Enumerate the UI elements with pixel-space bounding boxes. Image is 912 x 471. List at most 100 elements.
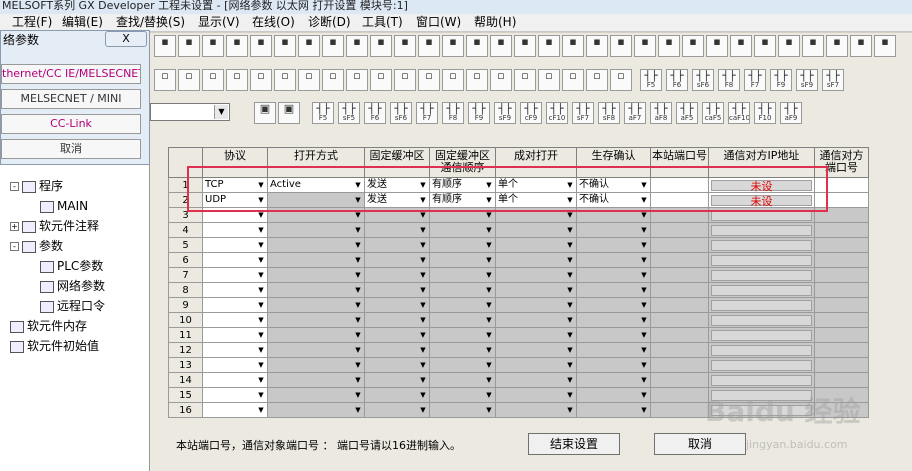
ethernet-button[interactable]: thernet/CC IE/MELSECNET [1,64,141,84]
chevron-down-icon[interactable]: ▼ [418,360,428,370]
chevron-down-icon[interactable]: ▼ [639,255,649,265]
cell-order[interactable]: ▼ [429,342,496,358]
ip-setting-button[interactable] [711,329,812,341]
cell-pair[interactable]: ▼ [495,267,577,283]
cell-remote-port[interactable] [814,192,869,208]
cell-fixed_buf[interactable]: ▼ [364,327,430,343]
ip-setting-button[interactable] [711,284,812,296]
toolbar-icon[interactable]: ▪ [874,35,896,57]
chevron-down-icon[interactable]: ▼ [353,210,363,220]
toolbar-icon[interactable]: ▪ [754,35,776,57]
cell-remote-port[interactable] [814,342,869,358]
chevron-down-icon[interactable]: ▼ [353,285,363,295]
cell-alive[interactable]: ▼ [576,402,651,418]
toolbar-icon[interactable]: ▪ [562,35,584,57]
cell-order[interactable]: ▼ [429,327,496,343]
cell-fixed_buf[interactable]: ▼ [364,207,430,223]
cell-protocol[interactable]: ▼ [202,207,268,223]
ip-setting-button[interactable] [711,239,812,251]
cell-remote-ip[interactable] [708,312,815,328]
cell-fixed_buf[interactable]: ▼ [364,357,430,373]
chevron-down-icon[interactable]: ▼ [484,225,494,235]
cell-alive[interactable]: ▼ [576,312,651,328]
toolbar-icon[interactable]: ▫ [442,69,464,91]
ladder-key-button[interactable]: ┤├ F7 [416,102,438,124]
ladder-key-button[interactable]: ┤├ sF8 [598,102,620,124]
end-settings-button[interactable]: 结束设置 [528,433,620,455]
menu-item-4[interactable]: 在线(O) [252,15,295,30]
chevron-down-icon[interactable]: ▼ [256,255,266,265]
chevron-down-icon[interactable]: ▼ [565,195,575,205]
chevron-down-icon[interactable]: ▼ [418,270,428,280]
ip-setting-button[interactable] [711,344,812,356]
chevron-down-icon[interactable]: ▼ [256,345,266,355]
chevron-down-icon[interactable]: ▼ [418,390,428,400]
cell-open[interactable]: ▼ [267,387,365,403]
cell-alive[interactable]: ▼ [576,207,651,223]
cell-local-port[interactable] [650,177,709,193]
cell-remote-ip[interactable] [708,252,815,268]
chevron-down-icon[interactable]: ▼ [353,255,363,265]
chevron-down-icon[interactable]: ▼ [256,285,266,295]
chevron-down-icon[interactable]: ▼ [565,300,575,310]
cell-fixed_buf[interactable]: ▼ [364,312,430,328]
chevron-down-icon[interactable]: ▼ [639,360,649,370]
cell-alive[interactable]: ▼ [576,237,651,253]
cell-remote-port[interactable] [814,357,869,373]
cell-pair[interactable]: ▼ [495,357,577,373]
cell-open[interactable]: Active ▼ [267,177,365,193]
toolbar-icon[interactable]: ▪ [418,35,440,57]
chevron-down-icon[interactable]: ▼ [565,270,575,280]
ladder-key-button[interactable]: ┤├ F5 [640,69,662,91]
chevron-down-icon[interactable]: ▼ [353,270,363,280]
cell-pair[interactable]: ▼ [495,222,577,238]
cell-fixed_buf[interactable]: 发送 ▼ [364,177,430,193]
chevron-down-icon[interactable]: ▼ [484,360,494,370]
ip-setting-button[interactable] [711,299,812,311]
cell-fixed_buf[interactable]: ▼ [364,372,430,388]
cell-order[interactable]: ▼ [429,252,496,268]
cell-fixed_buf[interactable]: ▼ [364,297,430,313]
ip-setting-button[interactable] [711,269,812,281]
toolbar-icon[interactable]: ▪ [610,35,632,57]
cell-alive[interactable]: ▼ [576,372,651,388]
toolbar-icon[interactable]: ▪ [802,35,824,57]
ladder-key-button[interactable]: ┤├ aF5 [676,102,698,124]
ladder-key-button[interactable]: ┤├ F8 [442,102,464,124]
cell-pair[interactable]: ▼ [495,327,577,343]
chevron-down-icon[interactable]: ▼ [418,195,428,205]
close-button[interactable]: X [105,31,147,47]
ladder-key-button[interactable]: ┤├ aF8 [650,102,672,124]
cell-fixed_buf[interactable]: ▼ [364,342,430,358]
cell-open[interactable]: ▼ [267,372,365,388]
cell-protocol[interactable]: ▼ [202,387,268,403]
expander-icon[interactable]: + [10,222,19,231]
toolbar-icon[interactable]: ▪ [202,35,224,57]
ladder-key-button[interactable]: ┤├ cF9 [520,102,542,124]
ladder-key-button[interactable]: ┤├ F9 [770,69,792,91]
chevron-down-icon[interactable]: ▼ [256,210,266,220]
cell-open[interactable]: ▼ [267,282,365,298]
chevron-down-icon[interactable]: ▼ [484,390,494,400]
chevron-down-icon[interactable]: ▼ [565,210,575,220]
cell-remote-ip[interactable] [708,327,815,343]
chevron-down-icon[interactable]: ▼ [565,315,575,325]
cell-alive[interactable]: ▼ [576,357,651,373]
chevron-down-icon[interactable]: ▼ [639,330,649,340]
chevron-down-icon[interactable]: ▼ [565,345,575,355]
toolbar-icon[interactable]: ▫ [274,69,296,91]
cell-fixed_buf[interactable]: ▼ [364,222,430,238]
chevron-down-icon[interactable]: ▼ [256,330,266,340]
toolbar-icon[interactable]: ▫ [586,69,608,91]
cell-remote-ip[interactable]: 未设 [708,192,815,208]
chevron-down-icon[interactable]: ▼ [484,285,494,295]
cell-remote-ip[interactable] [708,282,815,298]
menu-item-7[interactable]: 窗口(W) [416,15,461,30]
ladder-key-button[interactable]: ┤├ sF6 [692,69,714,91]
cell-open[interactable]: ▼ [267,312,365,328]
cell-pair[interactable]: ▼ [495,387,577,403]
cell-open[interactable]: ▼ [267,297,365,313]
cell-pair[interactable]: ▼ [495,237,577,253]
toolbar-icon[interactable]: ▫ [538,69,560,91]
cell-order[interactable]: ▼ [429,282,496,298]
